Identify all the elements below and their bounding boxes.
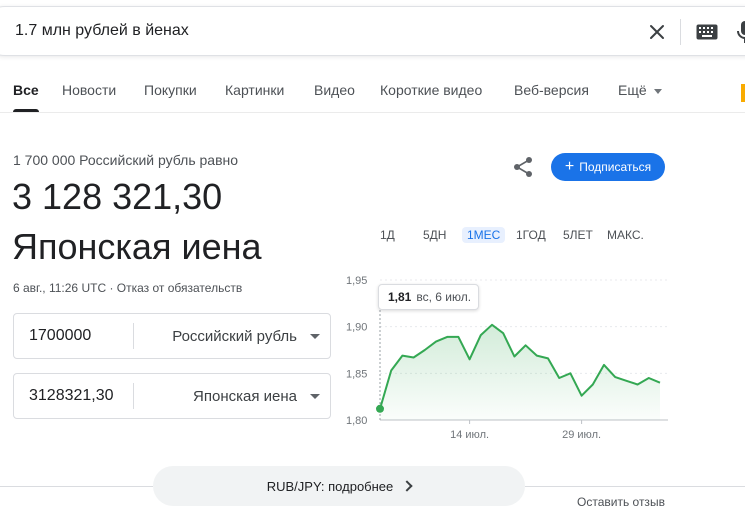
data-point xyxy=(637,384,639,386)
range-tab-5y[interactable]: 5ЛЕТ xyxy=(563,228,593,242)
tooltip-date: вс, 6 июл. xyxy=(416,290,472,304)
chevron-down-icon xyxy=(310,333,320,339)
range-tab-5d[interactable]: 5ДН xyxy=(423,228,446,242)
data-point xyxy=(457,336,459,338)
from-currency-select[interactable]: Российский рубль xyxy=(172,314,320,358)
keyboard-icon[interactable] xyxy=(696,24,718,40)
from-amount-input[interactable]: 1700000 xyxy=(29,327,91,345)
data-point xyxy=(480,334,482,336)
timestamp-line: 6 авг., 11:26 UTC · Отказ от обязательст… xyxy=(13,281,242,295)
tab-news[interactable]: Новости xyxy=(62,82,116,98)
pair-details-label: RUB/JPY: подробнее xyxy=(266,478,394,494)
data-point xyxy=(569,372,571,374)
data-point xyxy=(625,380,627,382)
data-point xyxy=(536,355,538,357)
x-tick-label: 29 июл. xyxy=(562,429,601,441)
to-currency-label: Японская иена xyxy=(193,387,297,405)
tools-edge xyxy=(741,84,745,102)
y-tick-label: 1,95 xyxy=(346,275,367,287)
data-point xyxy=(513,356,515,358)
to-currency-select[interactable]: Японская иена xyxy=(193,374,320,418)
range-tab-max[interactable]: МАКС. xyxy=(607,228,644,242)
subscribe-button[interactable]: + Подписаться xyxy=(551,153,665,181)
data-point xyxy=(525,344,527,346)
timestamp: 6 авг., 11:26 UTC xyxy=(13,281,107,295)
data-point xyxy=(659,382,661,384)
data-point xyxy=(558,377,560,379)
data-point xyxy=(435,341,437,343)
x-tick-label: 14 июл. xyxy=(450,429,489,441)
data-point xyxy=(390,370,392,372)
range-tab-1d[interactable]: 1Д xyxy=(380,228,395,242)
converter-divider xyxy=(133,323,134,349)
chevron-right-icon xyxy=(401,480,413,492)
data-point xyxy=(592,384,594,386)
converter-divider xyxy=(133,383,134,409)
data-point xyxy=(401,355,403,357)
chart-area xyxy=(380,324,660,420)
to-amount-input[interactable]: 3128321,30 xyxy=(29,387,114,405)
data-point xyxy=(614,376,616,378)
search-tabs: Все Новости Покупки Картинки Видео Корот… xyxy=(0,82,745,112)
feedback-link[interactable]: Оставить отзыв xyxy=(577,495,665,509)
data-point xyxy=(491,324,493,326)
data-point xyxy=(502,332,504,334)
tab-shopping[interactable]: Покупки xyxy=(144,82,197,98)
chevron-down-icon xyxy=(310,393,320,399)
from-currency-label: Российский рубль xyxy=(172,327,297,345)
tabs-divider xyxy=(0,112,745,113)
tab-more[interactable]: Ещё xyxy=(618,82,662,98)
close-icon[interactable] xyxy=(646,21,668,43)
chart-tooltip: 1,81 вс, 6 июл. xyxy=(378,284,479,310)
microphone-icon[interactable] xyxy=(736,19,745,45)
hover-point xyxy=(376,404,384,413)
share-icon[interactable] xyxy=(512,156,534,178)
data-point xyxy=(446,336,448,338)
timestamp-separator: · xyxy=(106,281,117,295)
footer-divider-left xyxy=(0,486,153,487)
disclaimer-link[interactable]: Отказ от обязательств xyxy=(117,281,242,295)
from-converter-row: 1700000 Российский рубль xyxy=(13,313,331,359)
y-tick-label: 1,90 xyxy=(346,322,367,334)
plus-icon: + xyxy=(564,158,575,175)
data-point xyxy=(581,395,583,397)
tab-short-videos[interactable]: Короткие видео xyxy=(380,82,482,98)
tab-videos[interactable]: Видео xyxy=(314,82,355,98)
footer-divider-right xyxy=(525,486,745,487)
data-point xyxy=(469,358,471,360)
search-input[interactable]: 1.7 млн рублей в йенах xyxy=(15,22,189,40)
y-tick-label: 1,85 xyxy=(346,368,367,380)
subscribe-label: Подписаться xyxy=(579,160,652,174)
converted-currency: Японская иена xyxy=(12,226,262,267)
search-bar[interactable]: 1.7 млн рублей в йенах xyxy=(0,6,745,56)
chevron-down-icon xyxy=(653,88,662,94)
tab-more-label: Ещё xyxy=(618,82,647,98)
data-point xyxy=(413,356,415,358)
converted-value: 3 128 321,30 xyxy=(12,176,223,217)
data-point xyxy=(547,357,549,359)
data-point xyxy=(603,364,605,366)
range-tab-1y[interactable]: 1ГОД xyxy=(516,228,546,242)
tooltip-value: 1,81 xyxy=(388,290,412,304)
data-point xyxy=(424,349,426,351)
data-point xyxy=(648,377,650,379)
pair-details-button[interactable]: RUB/JPY: подробнее xyxy=(153,466,525,506)
range-tab-1m[interactable]: 1МЕС xyxy=(462,227,506,243)
tab-web[interactable]: Веб-версия xyxy=(514,82,589,98)
equals-label: 1 700 000 Российский рубль равно xyxy=(13,152,239,168)
search-divider xyxy=(680,19,681,45)
tab-all[interactable]: Все xyxy=(13,82,39,98)
to-converter-row: 3128321,30 Японская иена xyxy=(13,373,331,419)
tab-images[interactable]: Картинки xyxy=(225,82,284,98)
y-tick-label: 1,80 xyxy=(346,415,367,427)
